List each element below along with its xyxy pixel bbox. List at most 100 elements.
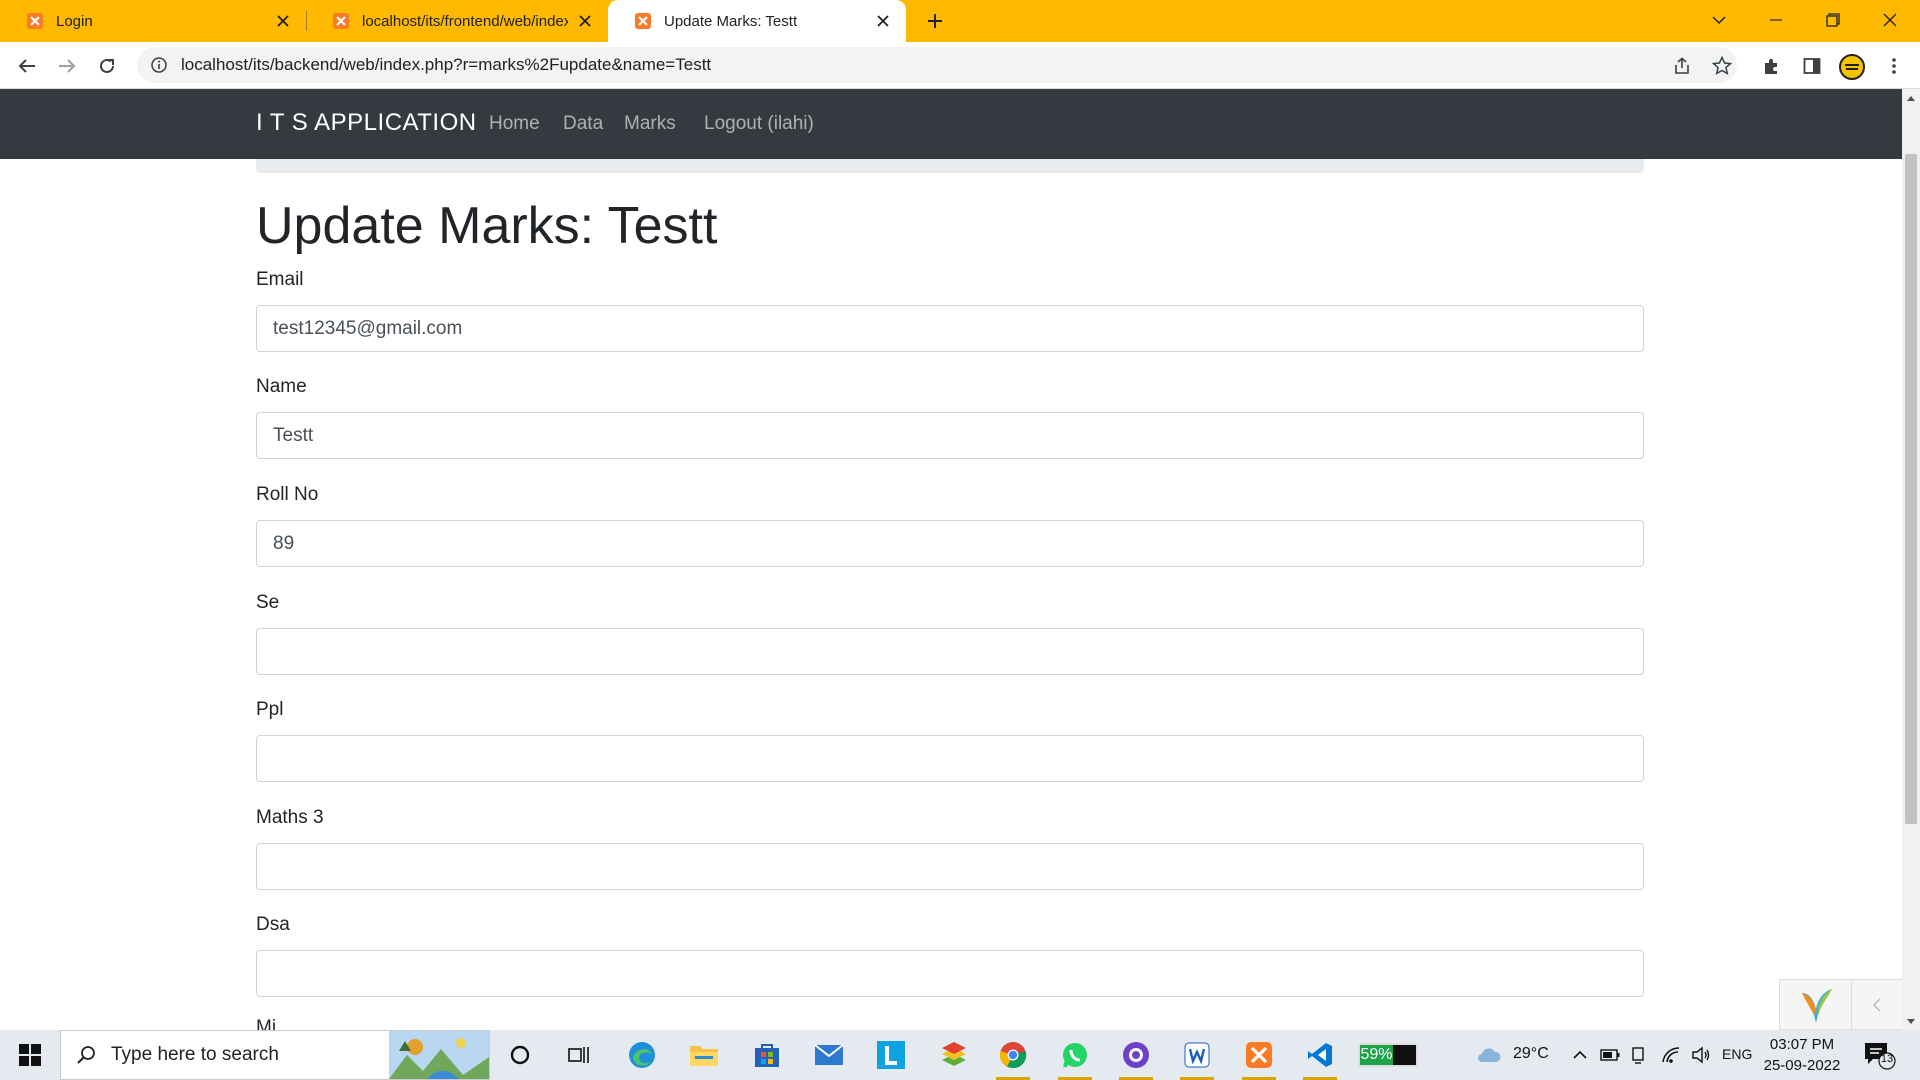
close-window-button[interactable] xyxy=(1863,0,1917,40)
yii-toolbar-toggle[interactable] xyxy=(1852,997,1902,1012)
store-icon xyxy=(755,1044,779,1067)
restore-button[interactable] xyxy=(1806,0,1860,40)
l-app[interactable] xyxy=(866,1030,916,1080)
vscode-icon xyxy=(1308,1043,1332,1067)
side-panel-button[interactable] xyxy=(1796,50,1828,82)
device-tray-icon[interactable] xyxy=(1628,1045,1648,1065)
battery-level: 59% xyxy=(1360,1045,1394,1065)
close-tab-icon[interactable] xyxy=(576,12,594,30)
search-placeholder: Type here to search xyxy=(111,1044,279,1065)
task-view-icon xyxy=(568,1047,589,1063)
dsa-label: Dsa xyxy=(256,914,290,935)
tab-login[interactable]: Login xyxy=(0,0,306,42)
more-vertical-icon xyxy=(1892,58,1896,74)
cortana-button[interactable] xyxy=(495,1030,545,1080)
close-tab-icon[interactable] xyxy=(274,12,292,30)
chevron-down-icon xyxy=(1712,16,1726,25)
profile-avatar[interactable] xyxy=(1839,54,1865,80)
roll-no-field[interactable] xyxy=(256,520,1644,567)
nav-logout-link[interactable]: Logout (ilahi) xyxy=(704,113,814,135)
weather-temperature[interactable]: 29°C xyxy=(1513,1045,1549,1063)
xampp-favicon-icon xyxy=(333,13,349,29)
task-view-button[interactable] xyxy=(554,1030,604,1080)
reload-button[interactable] xyxy=(89,48,125,84)
taskbar-search[interactable]: Type here to search xyxy=(60,1030,490,1080)
tab-title: Update Marks: Testt xyxy=(664,12,798,30)
chrome-menu-button[interactable] xyxy=(1878,50,1910,82)
wifi-icon[interactable] xyxy=(1661,1045,1681,1065)
arrow-right-icon xyxy=(59,59,76,73)
minimize-button[interactable] xyxy=(1749,0,1803,40)
forward-button[interactable] xyxy=(49,48,85,84)
name-field[interactable] xyxy=(256,412,1644,459)
breadcrumb xyxy=(256,159,1644,173)
tab-frontend[interactable]: localhost/its/frontend/web/index xyxy=(306,0,608,42)
maths3-field[interactable] xyxy=(256,843,1644,890)
avatar-icon xyxy=(1845,64,1859,70)
word-app[interactable] xyxy=(1172,1030,1222,1080)
scroll-down-arrow-icon[interactable] xyxy=(1902,1013,1920,1030)
share-button[interactable] xyxy=(1666,50,1698,82)
clock-time: 03:07 PM xyxy=(1769,1036,1835,1053)
show-hidden-icons-chevron-icon[interactable] xyxy=(1570,1045,1590,1065)
tab-title: Login xyxy=(56,12,93,30)
next-field-label: Mi xyxy=(256,1017,277,1030)
site-info-icon[interactable] xyxy=(141,47,177,83)
cortana-icon xyxy=(510,1045,530,1065)
start-button[interactable] xyxy=(0,1030,60,1080)
whatsapp-app[interactable] xyxy=(1050,1030,1100,1080)
mail-app[interactable] xyxy=(804,1030,854,1080)
xampp-app[interactable] xyxy=(1234,1030,1284,1080)
tab-search-button[interactable] xyxy=(1692,0,1746,40)
email-label: Email xyxy=(256,269,304,290)
notification-count: 13 xyxy=(1880,1053,1894,1065)
dsa-field[interactable] xyxy=(256,950,1644,997)
windows-taskbar: Type here to search 59% 29°C ENG 03:07 P… xyxy=(0,1030,1920,1080)
scroll-up-arrow-icon[interactable] xyxy=(1902,89,1920,106)
windows-logo-icon xyxy=(19,1044,41,1066)
name-label: Name xyxy=(256,376,307,397)
page-title: Update Marks: Testt xyxy=(256,197,718,255)
bluestacks-app[interactable] xyxy=(929,1030,979,1080)
ppl-field[interactable] xyxy=(256,735,1644,782)
back-button[interactable] xyxy=(9,48,45,84)
scrollbar-thumb[interactable] xyxy=(1905,154,1917,824)
email-field[interactable] xyxy=(256,305,1644,352)
browser-tab-strip: Login localhost/its/frontend/web/index U… xyxy=(0,0,1920,42)
edge-app[interactable] xyxy=(617,1030,667,1080)
github-desktop-icon xyxy=(1123,1042,1149,1068)
store-app[interactable] xyxy=(742,1030,792,1080)
reload-icon xyxy=(100,58,114,73)
battery-tray-icon[interactable] xyxy=(1600,1045,1620,1065)
clock-date: 25-09-2022 xyxy=(1763,1057,1841,1074)
edge-icon xyxy=(629,1042,655,1068)
url-text[interactable]: localhost/its/backend/web/index.php?r=ma… xyxy=(181,55,711,75)
tab-update-marks[interactable]: Update Marks: Testt xyxy=(608,0,906,42)
new-tab-button[interactable] xyxy=(921,7,949,35)
close-icon xyxy=(1883,13,1897,27)
nav-data-link[interactable]: Data xyxy=(563,113,603,135)
notification-center-button[interactable]: 13 xyxy=(1862,1040,1896,1070)
se-field[interactable] xyxy=(256,628,1644,675)
close-tab-icon[interactable] xyxy=(874,12,892,30)
input-language[interactable]: ENG xyxy=(1722,1046,1752,1062)
yii-logo-icon[interactable] xyxy=(1780,979,1852,1030)
address-bar[interactable]: localhost/its/backend/web/index.php?r=ma… xyxy=(137,47,1737,83)
volume-icon[interactable] xyxy=(1691,1045,1711,1065)
github-desktop-app[interactable] xyxy=(1111,1030,1161,1080)
nav-marks-link[interactable]: Marks xyxy=(624,113,676,135)
nav-home-link[interactable]: Home xyxy=(489,113,540,135)
vscode-app[interactable] xyxy=(1295,1030,1345,1080)
file-explorer-app[interactable] xyxy=(679,1030,729,1080)
battery-meter[interactable]: 59% xyxy=(1358,1043,1418,1067)
app-brand[interactable]: I T S APPLICATION xyxy=(256,109,477,137)
se-label: Se xyxy=(256,592,280,613)
maths3-label: Maths 3 xyxy=(256,807,324,828)
star-icon xyxy=(1712,56,1732,75)
chrome-app[interactable] xyxy=(988,1030,1038,1080)
extensions-button[interactable] xyxy=(1756,50,1788,82)
page-scrollbar[interactable] xyxy=(1902,89,1920,1030)
bookmark-button[interactable] xyxy=(1706,50,1738,82)
weather-icon[interactable] xyxy=(1476,1045,1502,1065)
taskbar-clock[interactable]: 03:07 PM 25-09-2022 xyxy=(1758,1034,1846,1076)
